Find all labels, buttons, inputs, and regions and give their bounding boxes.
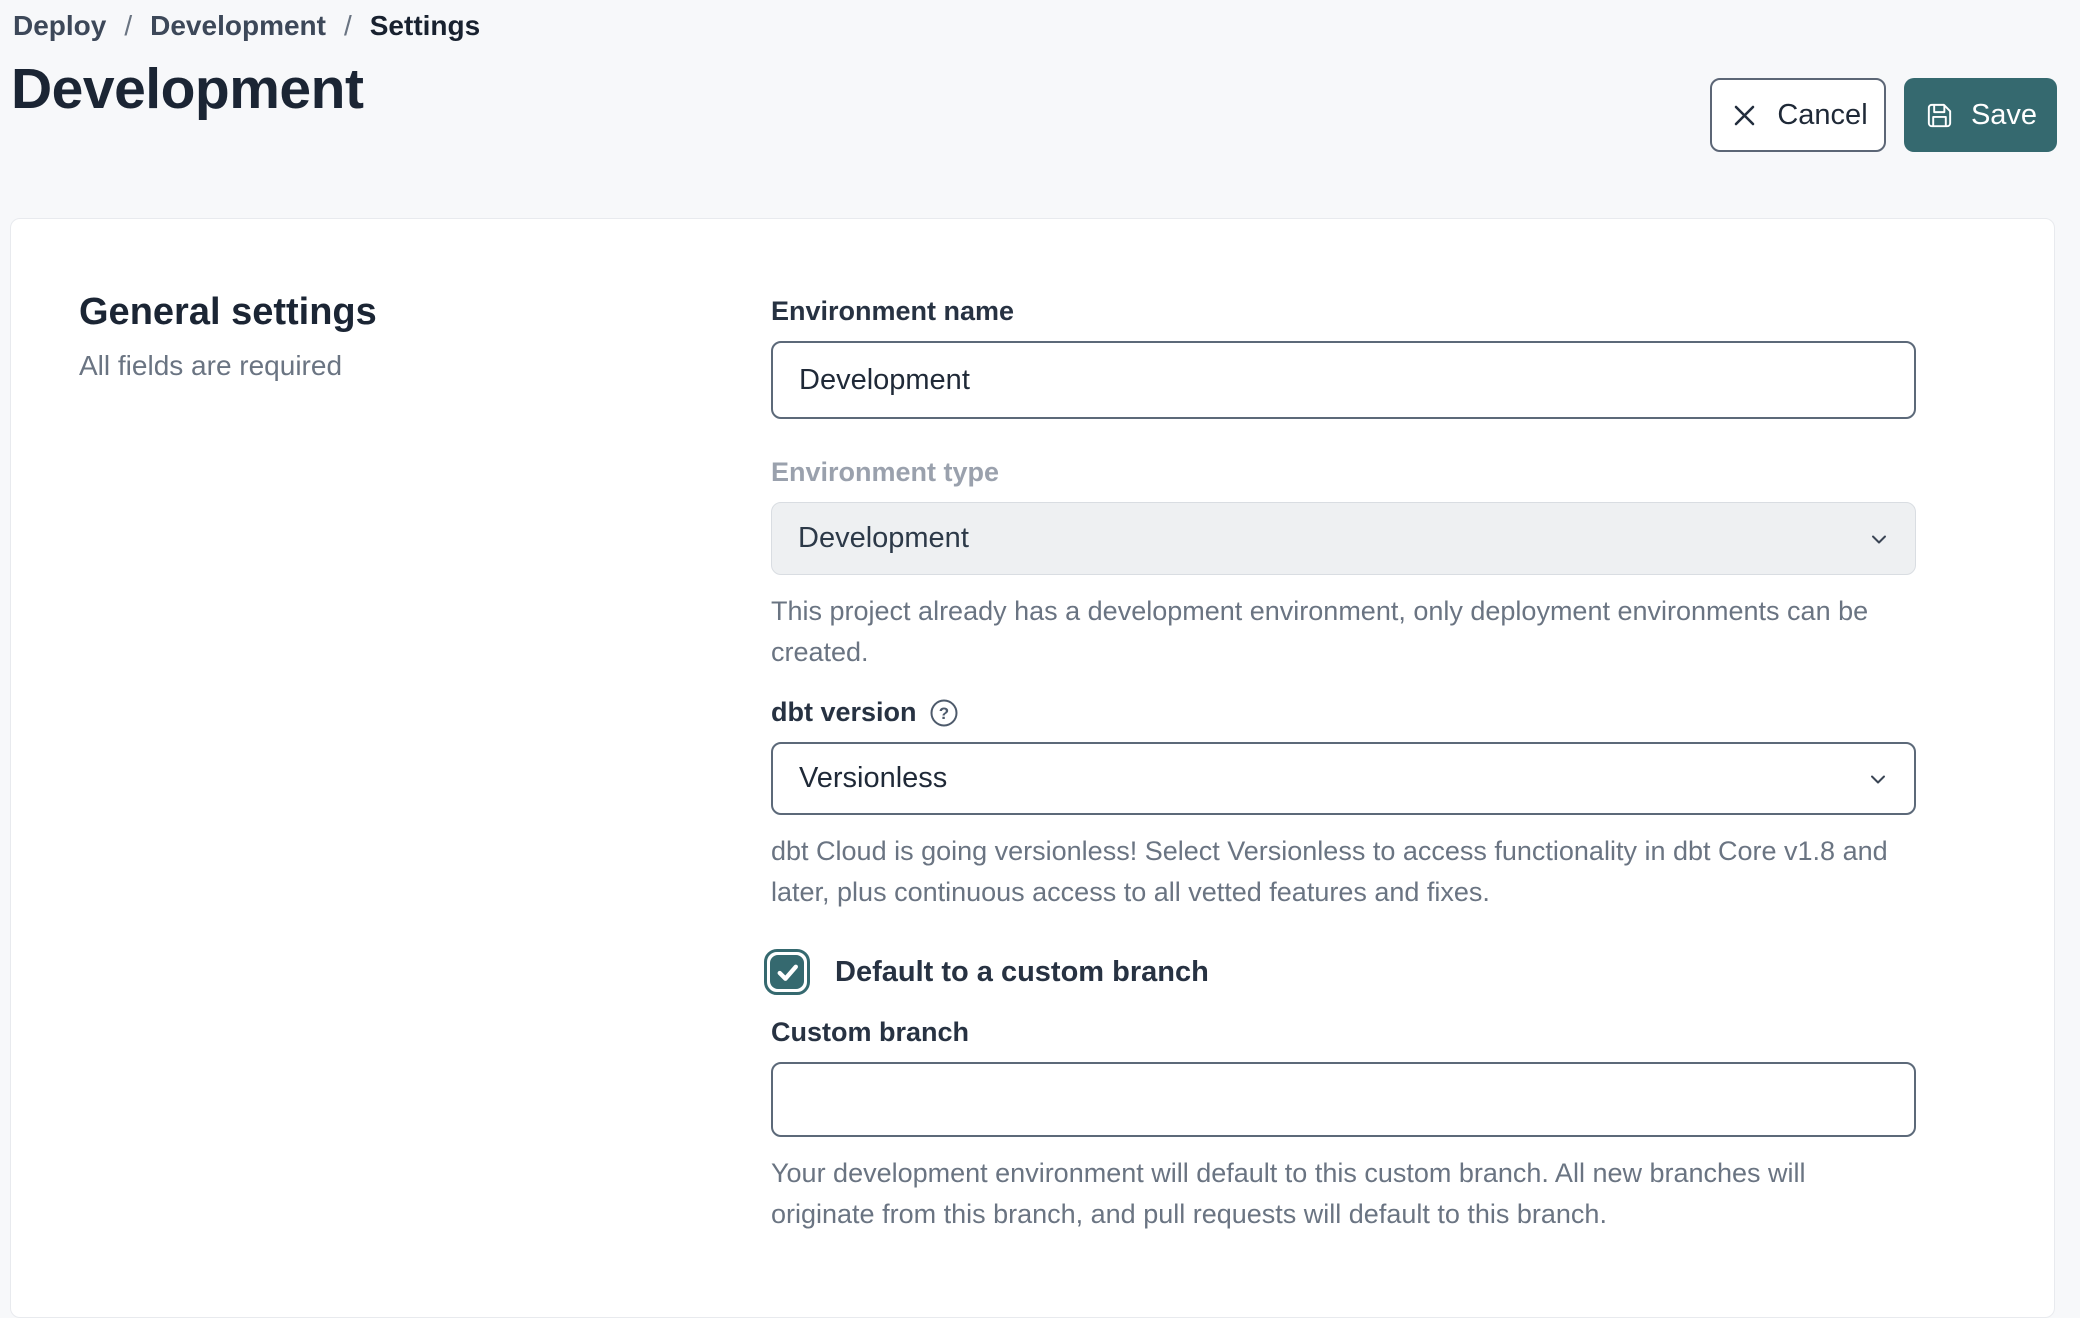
breadcrumb-item-settings: Settings xyxy=(370,10,480,42)
environment-type-label: Environment type xyxy=(771,457,1916,488)
custom-branch-checkbox[interactable] xyxy=(764,949,810,995)
breadcrumb-separator: / xyxy=(124,10,132,42)
chevron-down-icon xyxy=(1865,525,1893,553)
floppy-disk-icon xyxy=(1924,100,1955,131)
custom-branch-input[interactable] xyxy=(771,1062,1916,1137)
save-button[interactable]: Save xyxy=(1904,78,2057,152)
environment-type-select: Development xyxy=(771,502,1916,575)
breadcrumb-item-deploy[interactable]: Deploy xyxy=(13,10,106,42)
dbt-version-help: dbt Cloud is going versionless! Select V… xyxy=(771,831,1916,913)
help-icon[interactable]: ? xyxy=(929,698,959,728)
default-custom-branch-row: Default to a custom branch xyxy=(764,949,1916,995)
section-intro: General settings All fields are required xyxy=(79,291,377,382)
section-subheading: All fields are required xyxy=(79,350,377,382)
breadcrumb-item-development[interactable]: Development xyxy=(150,10,326,42)
dbt-version-value: Versionless xyxy=(799,762,947,795)
dbt-version-select[interactable]: Versionless xyxy=(771,742,1916,815)
environment-name-input[interactable] xyxy=(771,341,1916,419)
cancel-button[interactable]: Cancel xyxy=(1710,78,1886,152)
cancel-button-label: Cancel xyxy=(1777,99,1867,132)
general-settings-card: General settings All fields are required… xyxy=(10,218,2055,1318)
environment-type-value: Development xyxy=(798,522,969,555)
checkmark-icon xyxy=(770,955,804,989)
section-heading: General settings xyxy=(79,291,377,334)
default-custom-branch-label[interactable]: Default to a custom branch xyxy=(835,956,1209,989)
custom-branch-help: Your development environment will defaul… xyxy=(771,1153,1916,1235)
environment-name-label: Environment name xyxy=(771,296,1916,327)
breadcrumb-separator: / xyxy=(344,10,352,42)
page-title: Development xyxy=(11,56,363,122)
save-button-label: Save xyxy=(1971,99,2037,132)
svg-text:?: ? xyxy=(938,704,948,723)
custom-branch-label: Custom branch xyxy=(771,1017,1916,1048)
dbt-version-label-text: dbt version xyxy=(771,697,917,728)
chevron-down-icon xyxy=(1864,765,1892,793)
header-actions: Cancel Save xyxy=(1710,78,2057,152)
settings-form: Environment name Environment type Develo… xyxy=(771,296,1916,1235)
breadcrumb: Deploy / Development / Settings xyxy=(13,10,480,42)
close-icon xyxy=(1728,99,1761,132)
environment-type-help: This project already has a development e… xyxy=(771,591,1916,673)
dbt-version-label: dbt version ? xyxy=(771,697,1916,728)
